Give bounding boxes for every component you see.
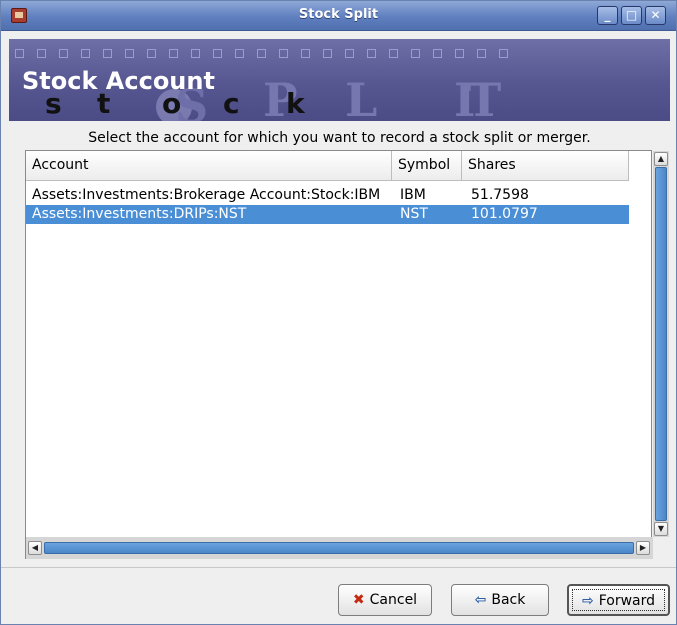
scroll-right-arrow-icon[interactable]: ▶	[636, 541, 650, 555]
banner-squares	[15, 47, 521, 59]
banner-letter: t	[97, 87, 111, 120]
banner-letter: o	[162, 87, 182, 120]
title-bar[interactable]: Stock Split _ □ ✕	[1, 1, 676, 31]
instruction-text: Select the account for which you want to…	[88, 130, 591, 146]
maximize-button[interactable]: □	[621, 6, 642, 25]
cancel-x-icon: ✖	[352, 592, 365, 608]
divider	[1, 567, 676, 568]
column-header-symbol[interactable]: Symbol	[392, 151, 462, 181]
cancel-button[interactable]: ✖ Cancel	[338, 584, 432, 616]
header-banner: S P L I T Stock Account s t o c k	[9, 39, 670, 121]
close-button[interactable]: ✕	[645, 6, 666, 25]
banner-watermark-letter: T	[467, 73, 502, 121]
back-button[interactable]: ⇦ Back	[451, 584, 549, 616]
forward-button-focus-ring: ⇨ Forward	[572, 589, 665, 611]
forward-button[interactable]: ⇨ Forward	[567, 584, 670, 616]
table-row[interactable]: Assets:Investments:Brokerage Account:Sto…	[26, 186, 629, 205]
banner-letter: s	[45, 87, 62, 120]
horizontal-scroll-thumb[interactable]	[44, 542, 634, 554]
cancel-label: Cancel	[369, 592, 418, 608]
horizontal-scrollbar[interactable]: ◀ ▶	[26, 537, 653, 559]
stock-split-window: Stock Split _ □ ✕ S P L I T Stock Accoun…	[0, 0, 677, 625]
shares-cell: 51.7598	[471, 187, 529, 203]
account-cell: Assets:Investments:Brokerage Account:Sto…	[32, 187, 381, 203]
scroll-up-arrow-icon[interactable]: ▲	[654, 152, 668, 166]
arrow-right-icon: ⇨	[581, 593, 594, 609]
vertical-scrollbar[interactable]: ▲ ▼	[653, 151, 669, 537]
symbol-cell: NST	[400, 206, 428, 222]
column-header-shares[interactable]: Shares	[462, 151, 629, 181]
minimize-button[interactable]: _	[597, 6, 618, 25]
column-header-account[interactable]: Account	[26, 151, 392, 181]
window-title: Stock Split	[298, 7, 379, 22]
account-cell: Assets:Investments:DRIPs:NST	[32, 206, 247, 222]
banner-letter: c	[223, 87, 240, 120]
symbol-cell: IBM	[400, 187, 426, 203]
banner-letter: k	[286, 87, 305, 120]
table-row-selected[interactable]: Assets:Investments:DRIPs:NST NST 101.079…	[26, 205, 629, 224]
vertical-scroll-thumb[interactable]	[655, 167, 667, 521]
forward-label: Forward	[598, 593, 656, 609]
arrow-left-icon: ⇦	[474, 592, 487, 608]
account-list[interactable]: Account Symbol Shares Assets:Investments…	[25, 150, 669, 559]
shares-cell: 101.0797	[471, 206, 538, 222]
back-label: Back	[491, 592, 526, 608]
scroll-left-arrow-icon[interactable]: ◀	[28, 541, 42, 555]
banner-watermark-letter: L	[345, 73, 378, 121]
scroll-down-arrow-icon[interactable]: ▼	[654, 522, 668, 536]
